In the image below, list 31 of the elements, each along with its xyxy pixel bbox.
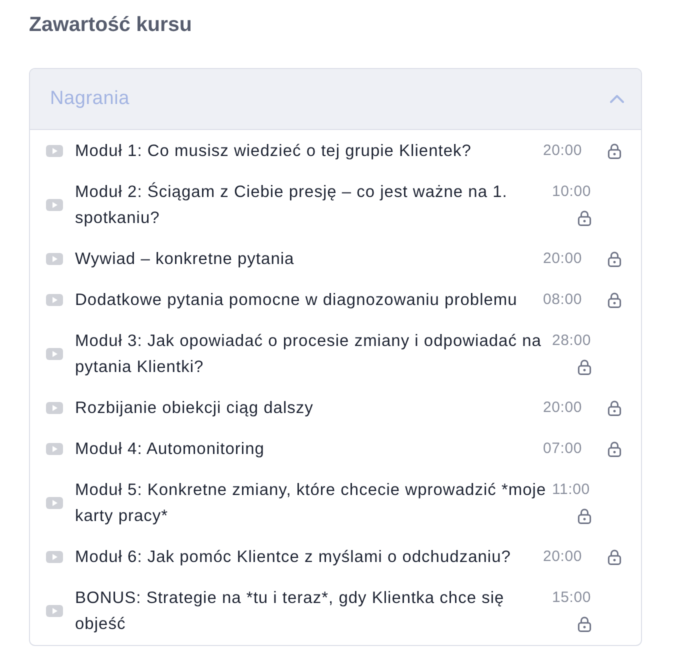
lesson-duration: 07:00	[543, 438, 582, 458]
play-icon	[46, 442, 63, 454]
play-icon	[46, 348, 63, 360]
play-icon	[46, 294, 63, 306]
lesson-title[interactable]: Moduł 6: Jak pomóc Klientce z myślami o odchudzaniu?	[75, 544, 511, 570]
lesson-title[interactable]: Moduł 2: Ściągam z Ciebie presję – co jest ważne na 1. spotkaniu?	[75, 178, 552, 230]
lesson-title[interactable]: Wywiad – konkretne pytania	[75, 246, 294, 272]
lesson-title[interactable]: Dodatkowe pytania pomocne w diagnozowaniu problemu	[75, 286, 518, 312]
lesson-duration: 20:00	[543, 248, 582, 268]
lesson-duration: 11:00	[552, 480, 590, 500]
lesson-duration: 10:00	[552, 182, 592, 202]
lesson-duration: 15:00	[552, 588, 592, 608]
lesson-duration: 28:00	[552, 330, 592, 350]
section-heading: Zawartość kursu	[29, 12, 193, 38]
play-icon	[46, 144, 63, 156]
lesson-title[interactable]: Moduł 5: Konkretne zmiany, które chcecie wprowadzić *moje karty pracy*	[75, 476, 552, 528]
lesson-title[interactable]: Moduł 1: Co musisz wiedzieć o tej grupie Klientek?	[75, 138, 472, 164]
play-icon	[46, 550, 63, 562]
lesson-title[interactable]: Moduł 4: Automonitoring	[75, 436, 264, 462]
play-icon	[46, 604, 63, 616]
lesson-title[interactable]: Moduł 3: Jak opowiadać o procesie zmiany i odpowiadać na pytania Klientki?	[75, 328, 552, 380]
lesson-duration: 20:00	[543, 140, 582, 160]
lesson-duration: 08:00	[543, 290, 582, 310]
lesson-duration: 20:00	[543, 546, 582, 566]
play-icon	[46, 402, 63, 414]
play-icon	[46, 252, 63, 264]
lesson-duration: 20:00	[543, 398, 582, 418]
play-icon	[46, 496, 63, 508]
play-icon	[46, 198, 63, 210]
lesson-title[interactable]: BONUS: Strategie na *tu i teraz*, gdy Klientka chce się objeść	[75, 584, 552, 636]
lesson-title[interactable]: Rozbijanie obiekcji ciąg dalszy	[75, 394, 314, 420]
